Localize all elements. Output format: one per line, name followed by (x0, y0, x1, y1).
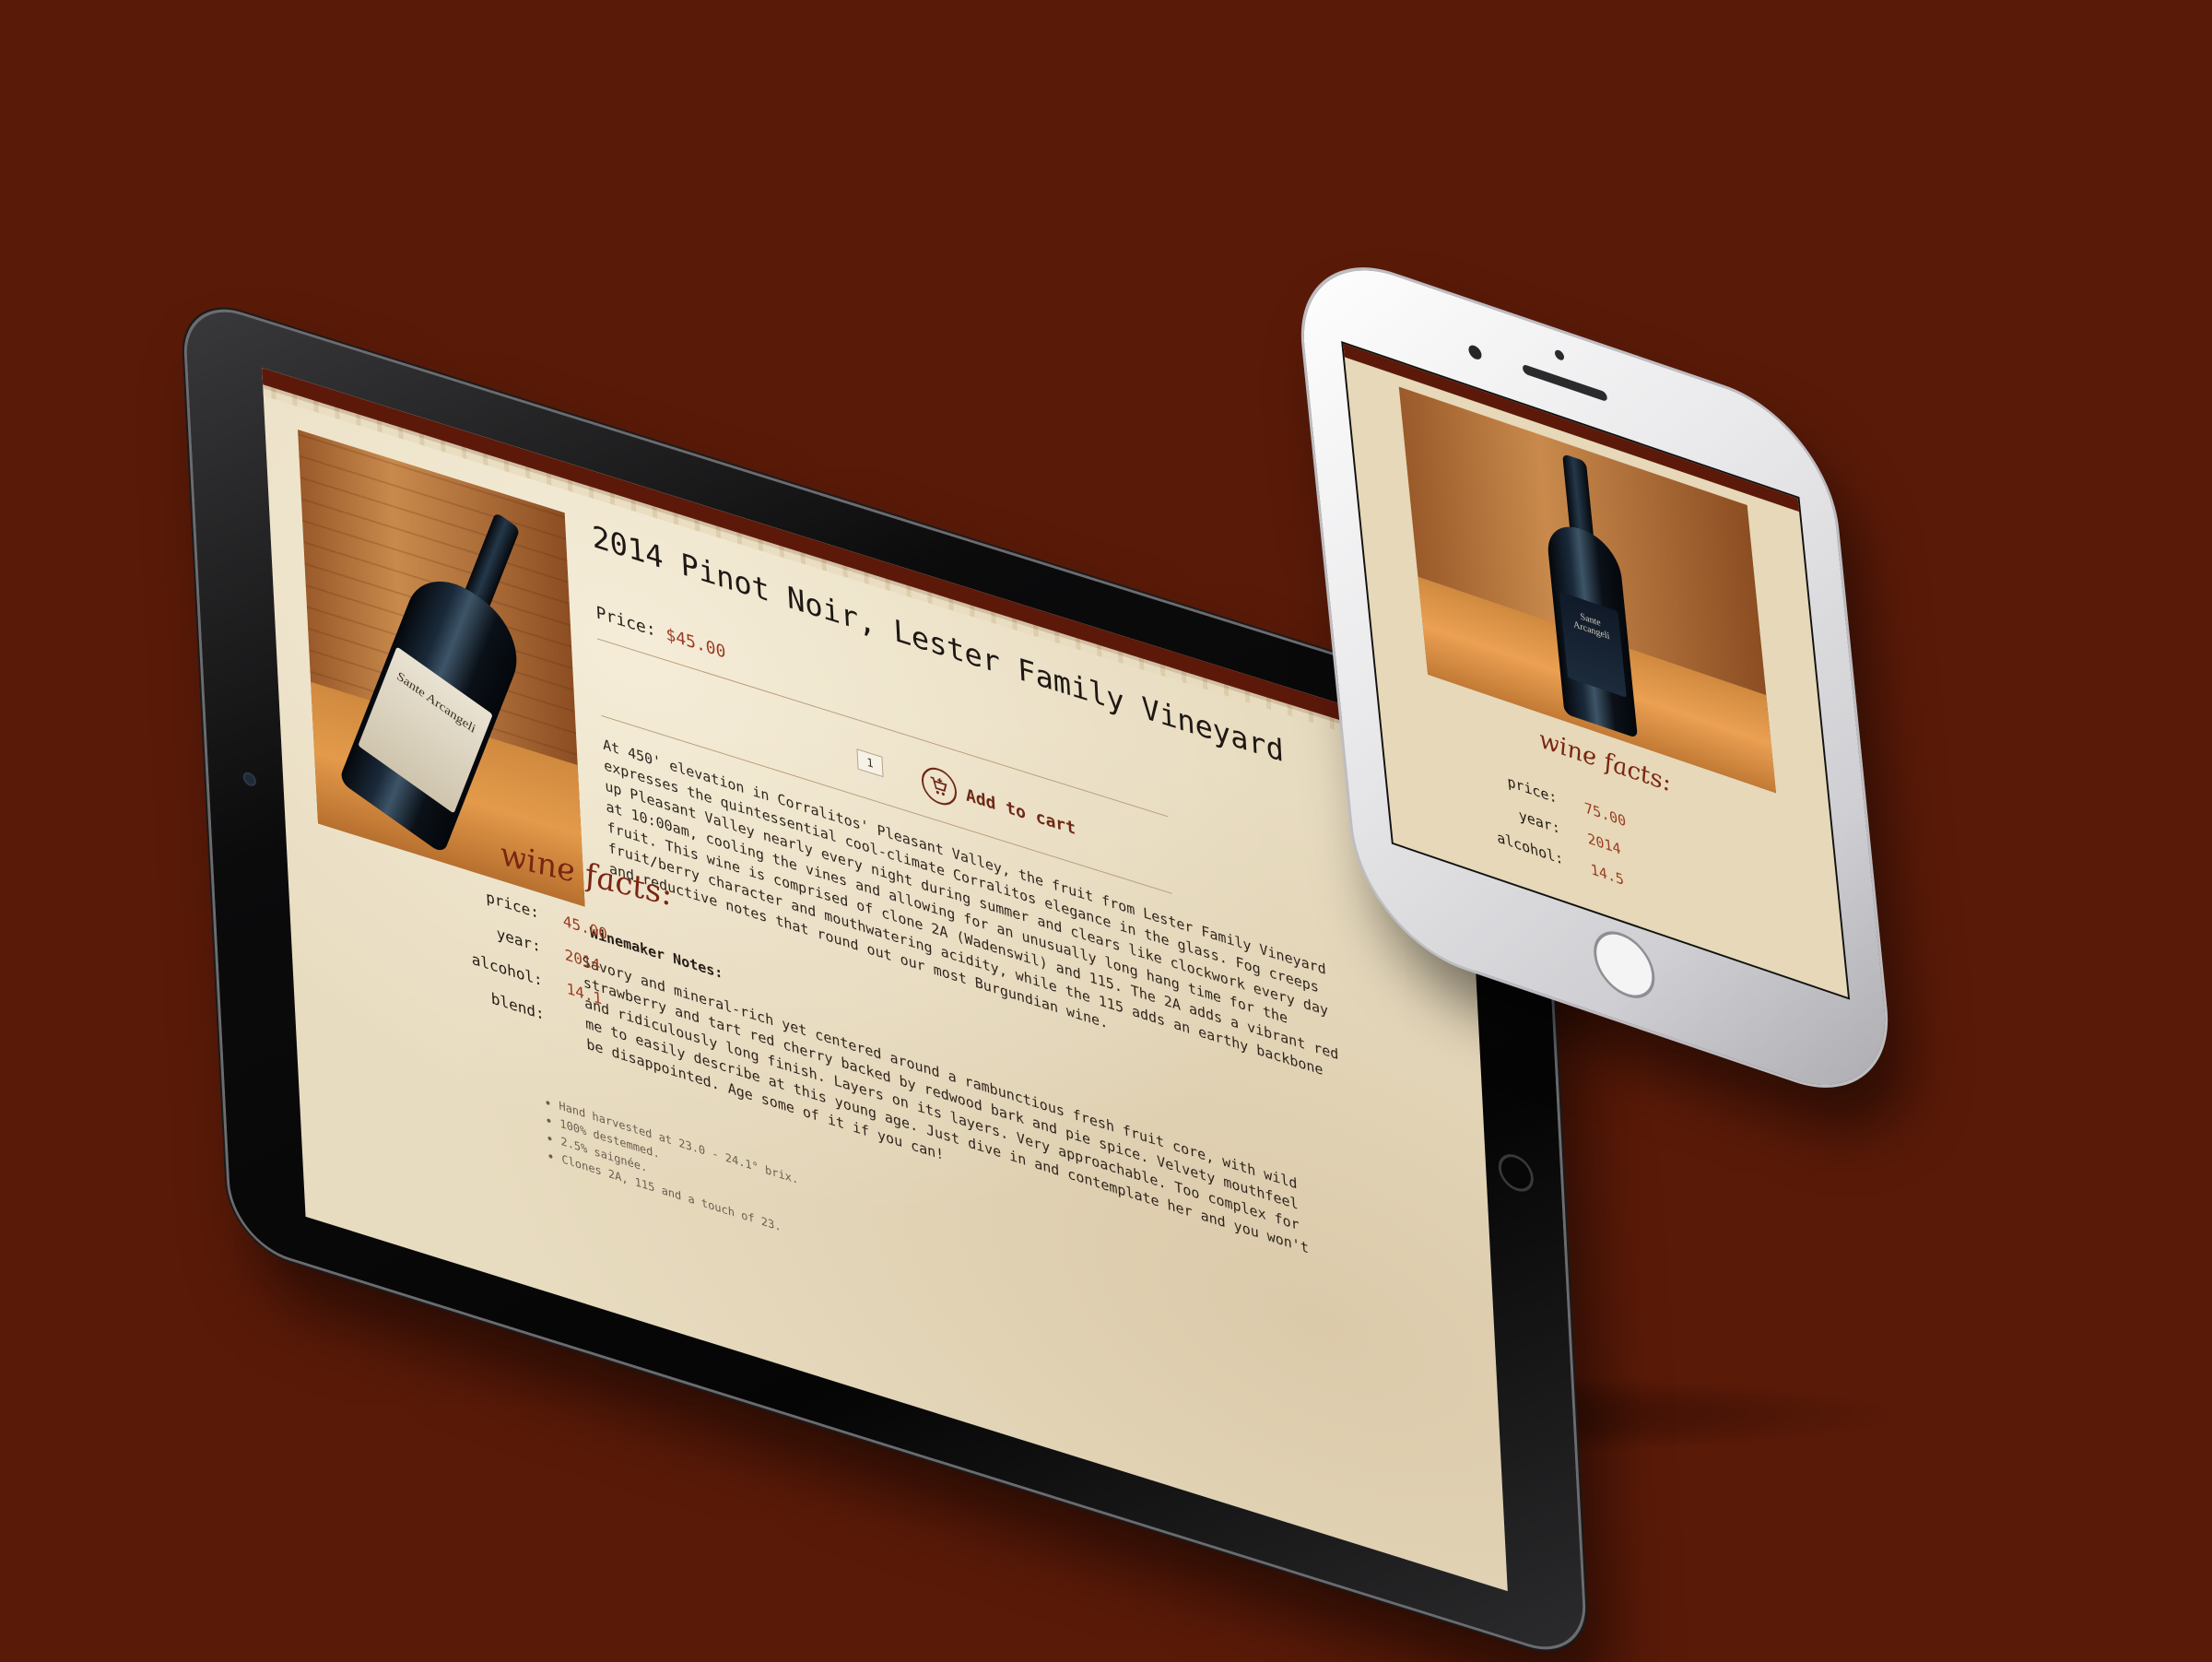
camera-icon (1467, 343, 1483, 361)
camera-icon (242, 770, 257, 788)
wine-bottle-photo: Sante Arcangeli (1398, 386, 1777, 794)
home-button-icon[interactable] (1590, 923, 1658, 1008)
phone-screen: Sante Arcangeli wine facts: price: 75.00… (1341, 341, 1851, 1000)
cart-plus-icon (921, 762, 958, 810)
bottle-label-text: Sante Arcangeli (1572, 611, 1611, 642)
wine-bottle-photo: Sante Arcangeli (298, 430, 585, 907)
price-label: Price: (595, 602, 657, 642)
price-value: $45.00 (665, 624, 726, 664)
home-button-icon[interactable] (1497, 1149, 1535, 1196)
tablet-screen: Sante Arcangeli 2014 Pinot Noir, Lester … (262, 367, 1508, 1592)
price-row: Price: $45.00 (595, 603, 726, 663)
speaker-grille (1522, 363, 1608, 403)
add-to-cart-button[interactable]: Add to cart (921, 762, 1077, 848)
sensor-icon (1554, 348, 1565, 362)
add-to-cart-label: Add to cart (965, 784, 1077, 839)
quantity-input[interactable]: 1 (856, 748, 884, 778)
